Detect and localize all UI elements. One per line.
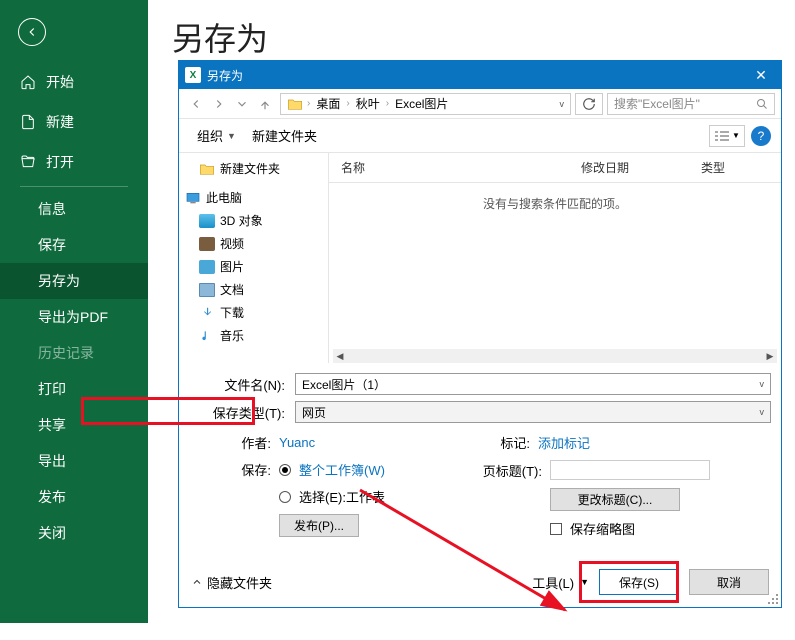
dialog-titlebar[interactable]: X 另存为 ✕ bbox=[179, 61, 781, 89]
nav-save[interactable]: 保存 bbox=[0, 227, 148, 263]
col-date[interactable]: 修改日期 bbox=[569, 153, 689, 182]
nav-new[interactable]: 新建 bbox=[0, 102, 148, 142]
nav-label: 新建 bbox=[46, 112, 74, 132]
horizontal-scrollbar[interactable]: ◀ ▶ bbox=[333, 349, 777, 363]
radio-selection[interactable] bbox=[279, 491, 291, 503]
cancel-button[interactable]: 取消 bbox=[689, 569, 769, 595]
author-value[interactable]: Yuanc bbox=[279, 435, 315, 450]
search-icon bbox=[756, 98, 768, 110]
page-title: 另存为 bbox=[172, 14, 268, 60]
explorer-pane: 新建文件夹 此电脑 3D 对象 视频 图片 文档 下载 音乐 名称 修改日期 类… bbox=[179, 153, 781, 363]
nav-saveas[interactable]: 另存为 bbox=[0, 263, 148, 299]
file-list[interactable]: 名称 修改日期 类型 没有与搜索条件匹配的项。 ◀ ▶ bbox=[329, 153, 781, 363]
publish-button[interactable]: 发布(P)... bbox=[279, 514, 359, 537]
nav-recent-dropdown[interactable] bbox=[231, 93, 253, 115]
chevron-down-icon[interactable]: v bbox=[760, 379, 765, 389]
empty-message: 没有与搜索条件匹配的项。 bbox=[329, 195, 781, 212]
nav-label: 打开 bbox=[46, 152, 74, 172]
folder-tree[interactable]: 新建文件夹 此电脑 3D 对象 视频 图片 文档 下载 音乐 bbox=[179, 153, 329, 363]
nav-close[interactable]: 关闭 bbox=[0, 515, 148, 551]
toolbar: 组织▼ 新建文件夹 ▼ ? bbox=[179, 119, 781, 153]
refresh-button[interactable] bbox=[575, 93, 603, 115]
dialog-title: 另存为 bbox=[207, 67, 243, 84]
page-title-input[interactable] bbox=[550, 460, 710, 480]
tree-video[interactable]: 视频 bbox=[199, 232, 328, 255]
add-tag[interactable]: 添加标记 bbox=[538, 433, 590, 452]
save-scope-label: 保存: bbox=[191, 460, 271, 479]
col-name[interactable]: 名称 bbox=[329, 153, 569, 182]
filetype-label: 保存类型(T): bbox=[189, 403, 289, 422]
nav-export[interactable]: 导出 bbox=[0, 443, 148, 479]
nav-back-button[interactable] bbox=[185, 93, 207, 115]
change-title-button[interactable]: 更改标题(C)... bbox=[550, 488, 680, 511]
nav-home[interactable]: 开始 bbox=[0, 62, 148, 102]
nav-history[interactable]: 历史记录 bbox=[0, 335, 148, 371]
excel-icon: X bbox=[185, 67, 201, 83]
excel-backstage-sidebar: 开始 新建 打开 信息 保存 另存为 导出为PDF 历史记录 打印 共享 导出 … bbox=[0, 0, 148, 623]
tree-this-pc[interactable]: 此电脑 bbox=[185, 186, 328, 209]
nav-up-button[interactable] bbox=[254, 93, 276, 115]
chevron-down-icon[interactable]: v bbox=[760, 407, 765, 417]
tree-new-folder[interactable]: 新建文件夹 bbox=[199, 157, 328, 180]
crumb[interactable]: 秋叶 bbox=[350, 95, 386, 112]
organize-button[interactable]: 组织▼ bbox=[189, 122, 244, 149]
save-as-dialog: X 另存为 ✕ › 桌面 › 秋叶 › Excel图片 v 搜索"Excel图片… bbox=[178, 60, 782, 608]
tree-music[interactable]: 音乐 bbox=[199, 324, 328, 347]
nav-print[interactable]: 打印 bbox=[0, 371, 148, 407]
address-bar: › 桌面 › 秋叶 › Excel图片 v 搜索"Excel图片" bbox=[179, 89, 781, 119]
nav-export-pdf[interactable]: 导出为PDF bbox=[0, 299, 148, 335]
radio-whole-workbook[interactable] bbox=[279, 464, 291, 476]
nav-open[interactable]: 打开 bbox=[0, 142, 148, 182]
breadcrumb-dropdown[interactable]: v bbox=[554, 99, 571, 109]
help-button[interactable]: ? bbox=[751, 126, 771, 146]
tag-label: 标记: bbox=[480, 433, 530, 452]
tree-3d[interactable]: 3D 对象 bbox=[199, 209, 328, 232]
filename-input[interactable]: Excel图片（1）v bbox=[295, 373, 771, 395]
hide-folders-toggle[interactable]: 隐藏文件夹 bbox=[191, 573, 272, 592]
nav-label: 开始 bbox=[46, 72, 74, 92]
tools-dropdown[interactable]: 工具(L)▼ bbox=[532, 573, 589, 592]
nav-publish[interactable]: 发布 bbox=[0, 479, 148, 515]
new-folder-button[interactable]: 新建文件夹 bbox=[244, 122, 325, 149]
file-list-header[interactable]: 名称 修改日期 类型 bbox=[329, 153, 781, 183]
nav-info[interactable]: 信息 bbox=[0, 191, 148, 227]
divider bbox=[20, 186, 128, 187]
filename-label: 文件名(N): bbox=[189, 375, 289, 394]
search-placeholder: 搜索"Excel图片" bbox=[614, 95, 700, 112]
save-button[interactable]: 保存(S) bbox=[599, 569, 679, 595]
resize-grip[interactable] bbox=[767, 593, 779, 605]
dialog-footer: 隐藏文件夹 工具(L)▼ 保存(S) 取消 bbox=[179, 561, 781, 603]
list-icon bbox=[714, 130, 730, 142]
folder-icon bbox=[287, 97, 303, 111]
scroll-right[interactable]: ▶ bbox=[763, 349, 777, 363]
tree-pictures[interactable]: 图片 bbox=[199, 255, 328, 278]
crumb[interactable]: 桌面 bbox=[310, 95, 346, 112]
chevron-up-icon bbox=[191, 576, 203, 588]
col-type[interactable]: 类型 bbox=[689, 153, 749, 182]
search-input[interactable]: 搜索"Excel图片" bbox=[607, 93, 775, 115]
nav-forward-button[interactable] bbox=[208, 93, 230, 115]
tree-documents[interactable]: 文档 bbox=[199, 278, 328, 301]
tree-downloads[interactable]: 下载 bbox=[199, 301, 328, 324]
close-icon[interactable]: ✕ bbox=[741, 61, 781, 89]
breadcrumb[interactable]: › 桌面 › 秋叶 › Excel图片 v bbox=[280, 93, 571, 115]
scroll-left[interactable]: ◀ bbox=[333, 349, 347, 363]
form-area: 文件名(N): Excel图片（1）v 保存类型(T): 网页v bbox=[179, 363, 781, 433]
author-label: 作者: bbox=[191, 433, 271, 452]
save-thumbnail-checkbox[interactable] bbox=[550, 523, 562, 535]
filetype-select[interactable]: 网页v bbox=[295, 401, 771, 423]
crumb[interactable]: Excel图片 bbox=[389, 95, 454, 112]
back-button[interactable] bbox=[18, 18, 46, 46]
page-title-label: 页标题(T): bbox=[480, 461, 542, 480]
nav-share[interactable]: 共享 bbox=[0, 407, 148, 443]
view-options-button[interactable]: ▼ bbox=[709, 125, 745, 147]
metadata-area: 作者:Yuanc 保存:整个工作簿(W) 选择(E):工作表 发布(P)... … bbox=[179, 433, 781, 546]
